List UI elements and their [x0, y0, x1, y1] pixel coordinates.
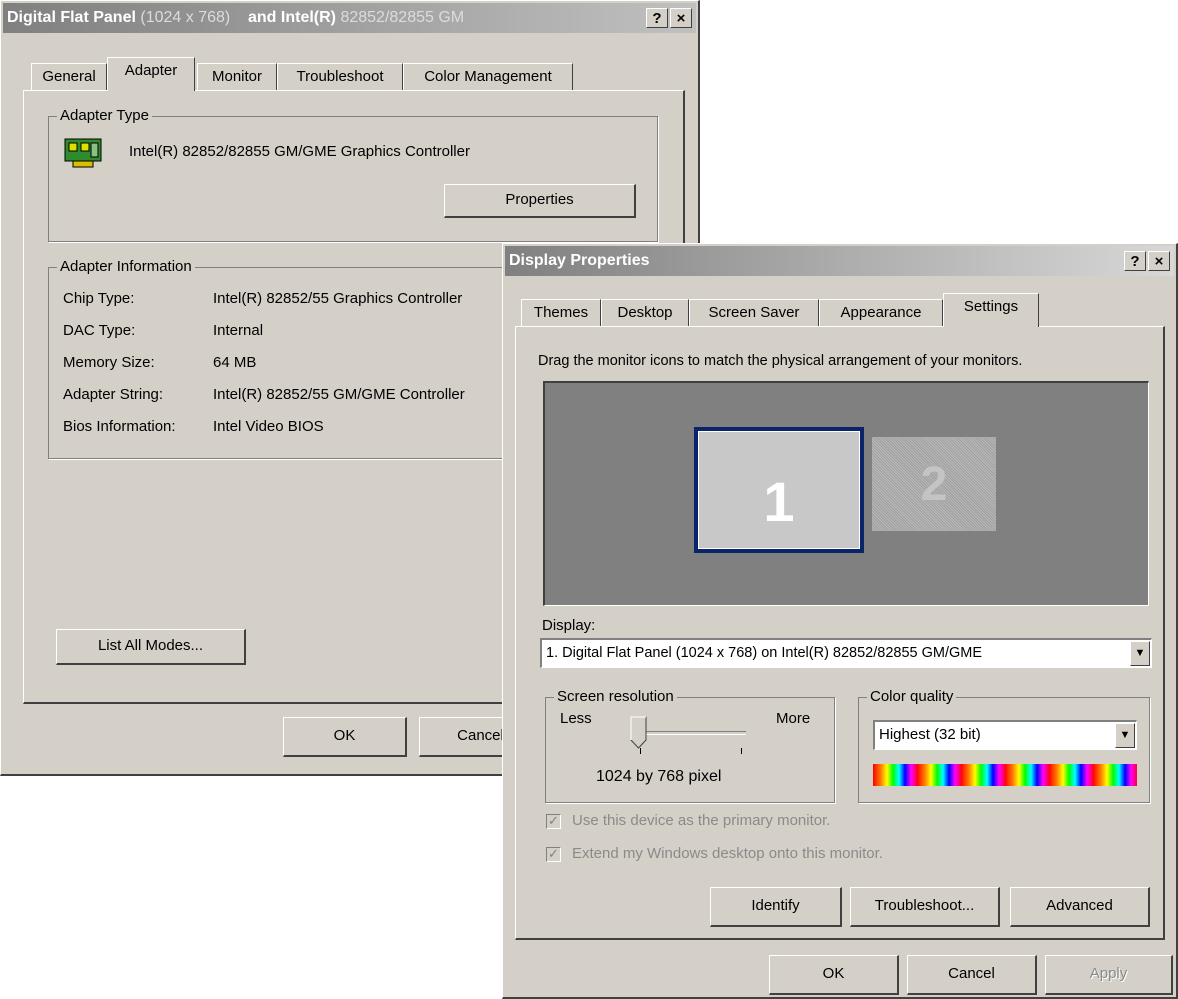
properties-button-label: Properties — [505, 191, 574, 208]
troubleshoot-button[interactable]: Troubleshoot... — [850, 887, 1000, 927]
list-all-modes-label: List All Modes... — [97, 637, 204, 654]
apply-label: Apply — [1089, 965, 1128, 982]
advanced-label: Advanced — [1046, 897, 1113, 914]
properties-button[interactable]: Properties — [444, 184, 636, 218]
screen-resolution-group: Screen resolution Less More 1024 by 768 … — [545, 687, 835, 803]
cancel-button[interactable]: Cancel — [907, 955, 1037, 995]
tab-color-management-label: Color Management — [424, 68, 552, 85]
adapter-type-label: Adapter Type — [57, 106, 152, 126]
troubleshoot-label: Troubleshoot... — [874, 897, 975, 914]
tab-screen-saver[interactable]: Screen Saver — [689, 299, 819, 327]
adapter-type-group: Adapter Type Intel(R) 82852/82855 GM/GME… — [48, 106, 658, 242]
close-button[interactable]: × — [670, 8, 692, 28]
ok-button[interactable]: OK — [769, 955, 899, 995]
adapter-string-key: Adapter String: — [63, 386, 164, 403]
adapter-cancel-label: Cancel — [457, 727, 504, 744]
color-quality-label: Color quality — [867, 687, 957, 707]
advanced-button[interactable]: Advanced — [1010, 887, 1150, 927]
identify-label: Identify — [751, 897, 800, 914]
screen-resolution-label: Screen resolution — [554, 687, 677, 707]
tab-desktop-label: Desktop — [617, 304, 673, 321]
extend-desktop-label: Extend my Windows desktop onto this moni… — [572, 845, 883, 862]
help-button[interactable]: ? — [1124, 251, 1146, 271]
identify-button[interactable]: Identify — [710, 887, 842, 927]
tab-settings[interactable]: Settings — [943, 293, 1039, 327]
tab-settings-label: Settings — [963, 298, 1019, 315]
tab-appearance-label: Appearance — [840, 304, 922, 321]
tab-screen-saver-label: Screen Saver — [708, 304, 800, 321]
bios-info-value: Intel Video BIOS — [213, 418, 324, 435]
adapter-ok-button[interactable]: OK — [283, 717, 407, 757]
display-select-value: 1. Digital Flat Panel (1024 x 768) on In… — [546, 645, 983, 661]
color-quality-value: Highest (32 bit) — [879, 726, 981, 743]
display-window-titlebar[interactable]: Display Properties ? × — [505, 246, 1174, 276]
tab-appearance[interactable]: Appearance — [819, 299, 943, 327]
ok-label: OK — [822, 965, 845, 982]
resolution-slider-tick-right — [741, 748, 742, 754]
adapter-window-title: Digital Flat Panel — [7, 9, 136, 26]
color-spectrum-bar — [873, 764, 1137, 786]
color-quality-select[interactable]: Highest (32 bit) ▼ — [873, 720, 1137, 750]
monitor-2-number: 2 — [920, 457, 948, 511]
tab-adapter[interactable]: Adapter — [107, 57, 195, 91]
adapter-window-title-and: and Intel(R) — [248, 9, 336, 26]
primary-monitor-label: Use this device as the primary monitor. — [572, 812, 831, 829]
adapter-window-title-chip: 82852/82855 GM — [340, 9, 465, 26]
resolution-slider-thumb[interactable] — [630, 716, 648, 750]
tab-monitor[interactable]: Monitor — [197, 63, 277, 91]
tab-general[interactable]: General — [31, 63, 107, 91]
tab-themes[interactable]: Themes — [521, 299, 601, 327]
bios-info-key: Bios Information: — [63, 418, 176, 435]
chip-type-value: Intel(R) 82852/55 Graphics Controller — [213, 290, 463, 307]
adapter-window-titlebar[interactable]: Digital Flat Panel (1024 x 768) and Inte… — [3, 3, 696, 33]
tab-color-management[interactable]: Color Management — [403, 63, 573, 91]
instruction-text: Drag the monitor icons to match the phys… — [538, 353, 1023, 369]
monitor-2-icon[interactable]: 2 — [872, 437, 996, 531]
tab-troubleshoot-label: Troubleshoot — [296, 68, 384, 85]
cancel-label: Cancel — [948, 965, 995, 982]
dac-type-key: DAC Type: — [63, 322, 136, 339]
tab-themes-label: Themes — [533, 304, 589, 321]
graphics-card-icon — [64, 138, 102, 168]
tab-troubleshoot[interactable]: Troubleshoot — [277, 63, 403, 91]
list-all-modes-button[interactable]: List All Modes... — [56, 629, 246, 665]
settings-tab-panel: Drag the monitor icons to match the phys… — [515, 326, 1165, 940]
display-select[interactable]: 1. Digital Flat Panel (1024 x 768) on In… — [540, 638, 1152, 668]
display-window-title: Display Properties — [509, 252, 650, 269]
resolution-value: 1024 by 768 pixel — [596, 768, 722, 785]
extend-desktop-checkbox[interactable]: ✓ — [546, 847, 561, 862]
dac-type-value: Internal — [213, 322, 264, 339]
adapter-name: Intel(R) 82852/82855 GM/GME Graphics Con… — [129, 143, 470, 160]
tab-general-label: General — [42, 68, 96, 85]
chip-type-key: Chip Type: — [63, 290, 135, 307]
resolution-slider-track[interactable] — [634, 731, 746, 735]
adapter-ok-label: OK — [333, 727, 356, 744]
less-label: Less — [560, 710, 592, 727]
close-button[interactable]: × — [1148, 251, 1170, 271]
display-properties-window: Display Properties ? × Themes Desktop Sc… — [502, 243, 1178, 999]
primary-monitor-checkbox[interactable]: ✓ — [546, 814, 561, 829]
adapter-string-value: Intel(R) 82852/55 GM/GME Controller — [213, 386, 465, 403]
adapter-window-title-buttons: ? × — [646, 8, 692, 28]
display-window-title-buttons: ? × — [1124, 251, 1170, 271]
color-quality-group: Color quality Highest (32 bit) ▼ — [858, 687, 1150, 803]
adapter-info-label: Adapter Information — [57, 257, 195, 277]
memory-size-key: Memory Size: — [63, 354, 155, 371]
tab-desktop[interactable]: Desktop — [601, 299, 689, 327]
monitor-1-number: 1 — [763, 469, 795, 533]
display-label: Display: — [542, 617, 596, 634]
monitor-arrangement-area[interactable]: 1 2 — [543, 381, 1149, 606]
help-button[interactable]: ? — [646, 8, 668, 28]
tab-adapter-label: Adapter — [124, 62, 178, 79]
more-label: More — [776, 710, 811, 727]
chevron-down-icon[interactable]: ▼ — [1130, 641, 1150, 666]
apply-button[interactable]: Apply — [1045, 955, 1173, 995]
chevron-down-icon[interactable]: ▼ — [1115, 723, 1135, 748]
memory-size-value: 64 MB — [213, 354, 257, 371]
adapter-window-title-res: (1024 x 768) — [140, 9, 231, 26]
tab-monitor-label: Monitor — [211, 68, 263, 85]
monitor-1-icon[interactable]: 1 — [694, 427, 864, 553]
